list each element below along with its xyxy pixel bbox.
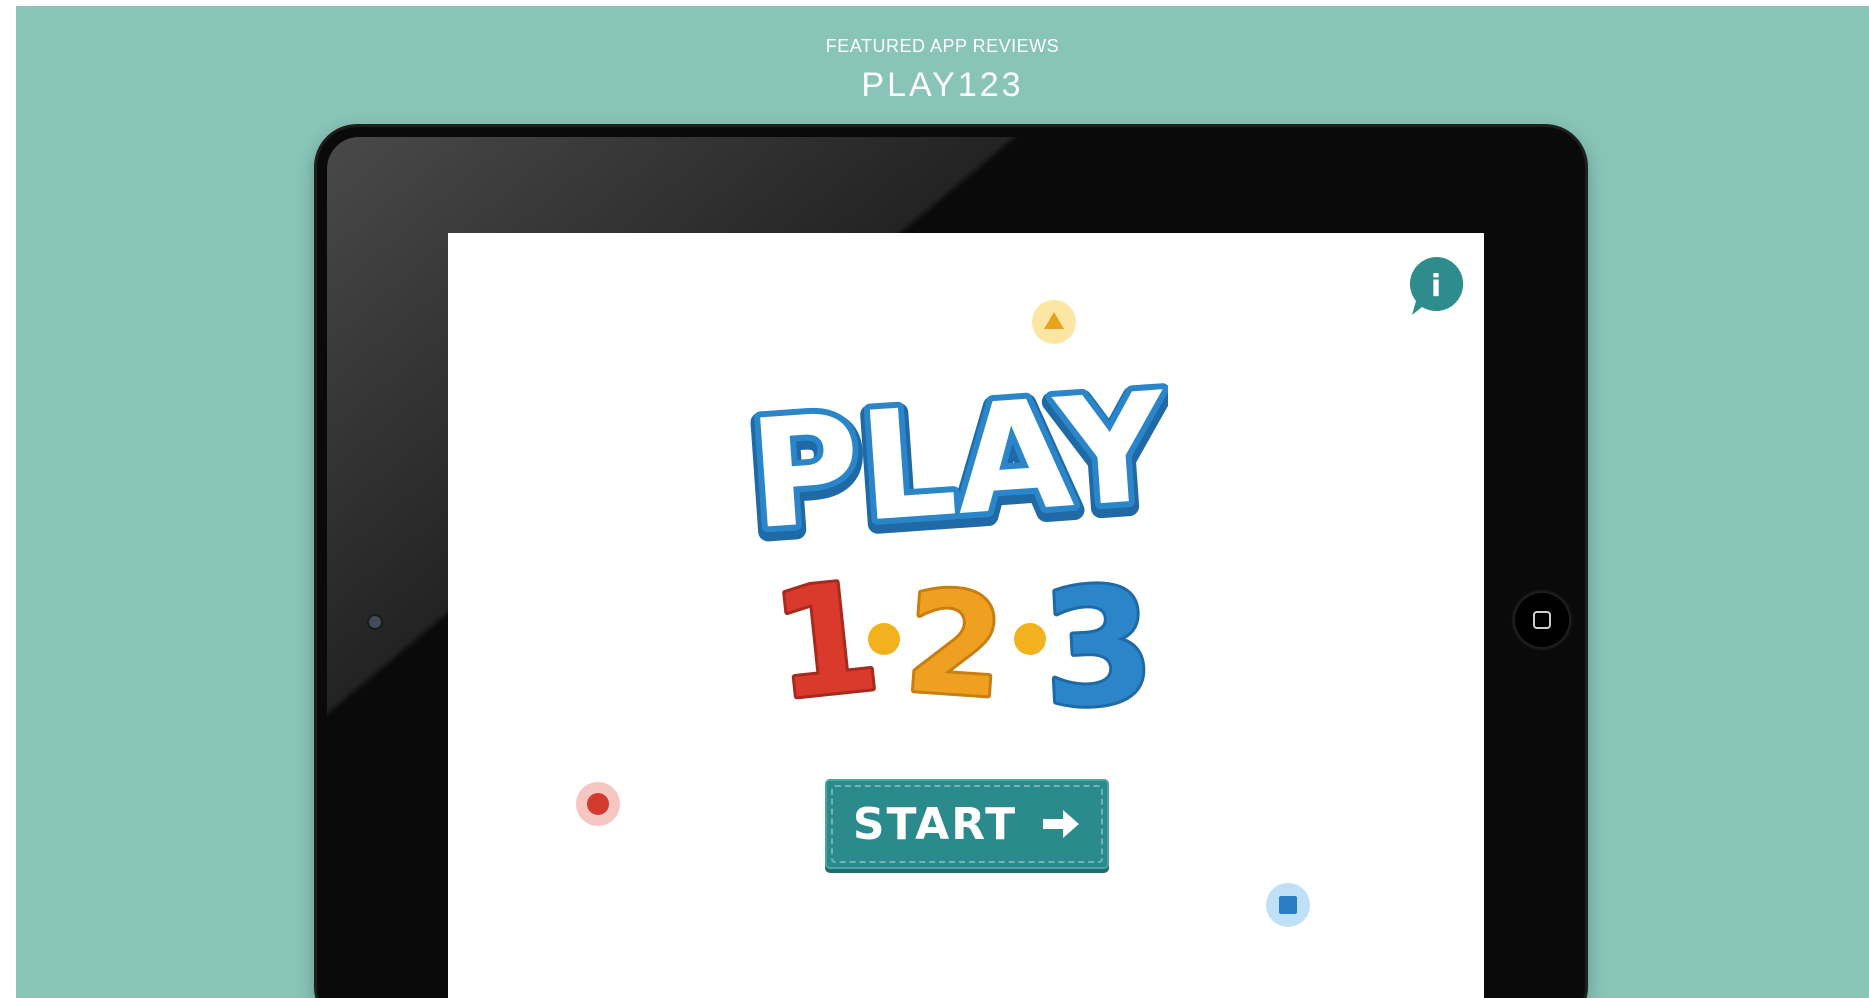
start-label: START — [852, 798, 1018, 850]
logo-number-3: 3 — [1038, 551, 1159, 723]
logo-numbers: 1 2 3 — [762, 547, 1162, 723]
info-label: i — [1431, 269, 1441, 304]
section-eyebrow: FEATURED APP REVIEWS — [825, 36, 1060, 56]
red-circle-icon — [576, 782, 620, 826]
page-header: FEATURED APP REVIEWS PLAY123 — [16, 36, 1869, 105]
blue-square-icon — [1266, 883, 1310, 927]
arrow-right-icon — [1043, 810, 1080, 838]
front-camera-icon — [369, 616, 381, 628]
home-square-icon — [1533, 611, 1551, 629]
play123-logo: PLAY PLAY 1 2 3 — [748, 355, 1168, 723]
info-speech-bubble-icon: i — [1409, 256, 1464, 315]
page-background: FEATURED APP REVIEWS PLAY123 i PLAY PLAY… — [16, 6, 1869, 998]
logo-dot-1 — [868, 623, 900, 655]
svg-text:PLAY: PLAY — [748, 361, 1168, 564]
start-button[interactable]: START — [825, 779, 1109, 869]
info-button[interactable]: i — [1404, 253, 1468, 317]
logo-play-word: PLAY PLAY — [748, 355, 1168, 579]
logo-number-2: 2 — [901, 561, 1010, 723]
app-title: PLAY123 — [861, 66, 1024, 104]
app-screen: i PLAY PLAY 1 2 3 START — [448, 233, 1484, 998]
home-button[interactable] — [1513, 591, 1571, 649]
yellow-triangle-icon — [1032, 300, 1076, 344]
